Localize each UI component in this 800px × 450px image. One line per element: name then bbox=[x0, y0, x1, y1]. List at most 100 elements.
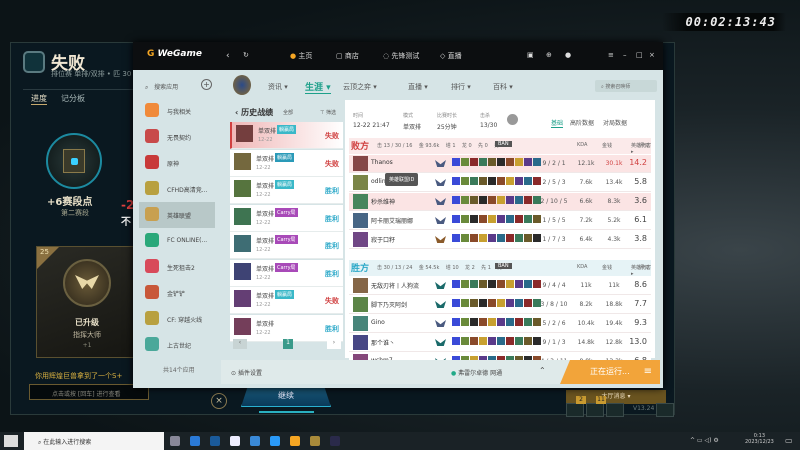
replay-play-icon[interactable] bbox=[507, 114, 518, 125]
sidebar-item[interactable]: 金铲铲 bbox=[139, 280, 215, 306]
refresh-icon[interactable]: ↻ bbox=[243, 51, 249, 59]
player-name[interactable]: 阿卡丽艾瑞丽娜 bbox=[371, 216, 413, 225]
subnav-tab[interactable]: 云顶之弈 ▾ bbox=[343, 82, 377, 92]
add-app-icon[interactable]: + bbox=[201, 79, 212, 90]
player-name[interactable]: 寂于口籽 bbox=[371, 235, 395, 244]
player-row[interactable]: 阿卡丽艾瑞丽娜 1 / 5 / 5 7.2k 5.2k 6.1 bbox=[349, 212, 651, 230]
continue-progress bbox=[259, 411, 314, 413]
sidebar-item[interactable]: FC ONLINE(... bbox=[139, 228, 215, 254]
page-number[interactable]: 1 bbox=[283, 339, 293, 349]
match-history-item[interactable]: 单双排 躺赢局 12-22 失败 bbox=[230, 287, 343, 314]
match-history-item[interactable]: 单双排 躺赢局 12-22 失败 bbox=[230, 149, 343, 177]
item-icon bbox=[470, 234, 478, 242]
detail-tab[interactable]: 对局数据 bbox=[603, 118, 627, 127]
nav-beta[interactable]: ◌ 先锋测试 bbox=[383, 51, 419, 61]
summoner-search-input[interactable]: ⌕ 搜索召唤师 bbox=[595, 80, 657, 92]
match-history-item[interactable]: 单双排 12-22 胜利 bbox=[230, 314, 343, 342]
player-row[interactable]: Thanos 9 / 2 / 1 12.1k 30.1k 14.2 bbox=[349, 155, 651, 173]
subnav-tab[interactable]: 百科 ▾ bbox=[493, 82, 513, 92]
taskbar-search[interactable]: ⌕ 在此输入进行搜索 bbox=[24, 432, 164, 450]
notes-icon[interactable] bbox=[586, 403, 604, 417]
nav-live[interactable]: ◇ 直播 bbox=[440, 51, 462, 61]
steam-icon[interactable] bbox=[210, 436, 220, 446]
menu-icon[interactable]: ≡ bbox=[608, 51, 614, 59]
match-history-item[interactable]: 单双排 Carry局 12-22 胜利 bbox=[230, 232, 343, 259]
match-history-item[interactable]: 单双排 Carry局 12-22 胜利 bbox=[230, 204, 343, 232]
prev-page-button[interactable]: ‹ bbox=[233, 339, 247, 349]
library-icon[interactable]: ▣ bbox=[527, 51, 534, 59]
chevron-up-icon[interactable]: ⌃ bbox=[539, 366, 546, 375]
start-icon[interactable] bbox=[4, 435, 18, 447]
subnav-tab[interactable]: 生涯 ▾ bbox=[305, 80, 331, 94]
sidebar-item[interactable]: 与我相关 bbox=[139, 98, 215, 124]
next-page-button[interactable]: › bbox=[327, 339, 341, 349]
detail-tab[interactable]: 高阶数据 bbox=[570, 118, 594, 127]
item-icon bbox=[506, 196, 514, 204]
subnav-tab[interactable]: 资讯 ▾ bbox=[268, 82, 288, 92]
clock[interactable]: 0:13 2023/12/23 bbox=[745, 433, 774, 445]
match-history-item[interactable]: 单双排 Carry局 12-22 胜利 bbox=[230, 259, 343, 287]
settings-gear-icon[interactable] bbox=[656, 403, 674, 417]
sidebar-item[interactable]: 原神 bbox=[139, 150, 215, 176]
player-row[interactable]: 无敌刃将丨人狗流 9 / 4 / 4 11k 11k 8.6 bbox=[349, 277, 651, 295]
menu-icon[interactable]: ≡ bbox=[644, 360, 652, 384]
item-icon bbox=[470, 177, 478, 185]
match-tag: Carry局 bbox=[275, 235, 298, 244]
app-icon[interactable] bbox=[250, 436, 260, 446]
plugin-settings[interactable]: ⊙ 插件设置 bbox=[231, 368, 262, 377]
player-name[interactable]: Gino bbox=[371, 319, 385, 326]
team-name: 败方 bbox=[351, 142, 370, 152]
sidebar-item[interactable]: 英雄联盟 bbox=[139, 202, 215, 228]
running-button[interactable]: 正在运行... ≡ bbox=[560, 360, 660, 384]
detail-tab[interactable]: 基础 bbox=[551, 118, 564, 128]
download-icon[interactable]: ⊕ bbox=[546, 51, 552, 59]
close-icon[interactable]: × bbox=[649, 51, 655, 59]
subnav-tab[interactable]: 直播 ▾ bbox=[408, 82, 428, 92]
search-apps[interactable]: ⌕ 搜索应用 bbox=[145, 82, 178, 92]
player-row[interactable]: 那个谁丶 9 / 1 / 3 14.8k 12.8k 13.0 bbox=[349, 334, 651, 352]
task-view-icon[interactable] bbox=[170, 436, 180, 446]
player-name[interactable]: 脚下乃灭阿剑 bbox=[371, 300, 407, 309]
lol-icon[interactable] bbox=[310, 436, 320, 446]
player-row[interactable]: Gino 5 / 2 / 6 10.4k 19.4k 9.3 bbox=[349, 315, 651, 333]
sidebar-item[interactable]: 上古世纪 bbox=[139, 332, 215, 358]
subnav-tab[interactable]: 排行 ▾ bbox=[451, 82, 471, 92]
player-name[interactable]: 秒杀维神 bbox=[371, 197, 395, 206]
minimize-icon[interactable]: – bbox=[623, 51, 627, 59]
back-icon[interactable]: ‹ bbox=[226, 51, 230, 61]
continue-button[interactable]: 继续 bbox=[241, 385, 331, 407]
avatar[interactable]: ● bbox=[565, 51, 571, 59]
player-name[interactable]: 无敌刃将丨人狗流 bbox=[371, 281, 419, 290]
mic-icon[interactable] bbox=[606, 403, 624, 417]
app-icon[interactable] bbox=[230, 436, 240, 446]
maximize-icon[interactable]: □ bbox=[636, 51, 643, 59]
sidebar-item[interactable]: CFHD高清竞... bbox=[139, 176, 215, 202]
nav-store[interactable]: ▢ 商店 bbox=[336, 51, 359, 61]
notification-icon[interactable]: ▭ bbox=[785, 436, 793, 445]
browser-icon[interactable] bbox=[270, 436, 280, 446]
chat-icon[interactable] bbox=[566, 403, 584, 417]
tab-progress[interactable]: 进度 bbox=[31, 93, 47, 105]
player-row[interactable]: 脚下乃灭阿剑 3 / 8 / 10 8.2k 18.8k 7.7 bbox=[349, 296, 651, 314]
ae-icon[interactable] bbox=[330, 436, 340, 446]
column-header: 评价 bbox=[639, 143, 650, 149]
wegame-icon[interactable] bbox=[290, 436, 300, 446]
player-name[interactable]: 那个谁丶 bbox=[371, 338, 395, 347]
server-selector[interactable]: ● 弗雷尔卓德 网通 bbox=[451, 368, 502, 377]
filter-button[interactable]: ⊤ 筛选 bbox=[320, 109, 336, 116]
tray-icons[interactable]: ^ ▭ ◁) ⚙ bbox=[690, 437, 719, 444]
sidebar-item[interactable]: 无畏契约 bbox=[139, 124, 215, 150]
player-name[interactable]: Thanos bbox=[371, 159, 393, 166]
player-row[interactable]: 寂于口籽 1 / 7 / 3 6.4k 4.3k 3.8 bbox=[349, 231, 651, 249]
chat-input[interactable]: 点击或按 [回车] 进行查看 bbox=[29, 384, 149, 400]
app-icon[interactable] bbox=[190, 436, 200, 446]
close-icon[interactable]: × bbox=[211, 393, 227, 409]
sidebar-item[interactable]: CF: 穿越火线 bbox=[139, 306, 215, 332]
match-history-item[interactable]: 单双排 躺赢局 12-22 失败 bbox=[230, 122, 343, 149]
filter-all[interactable]: 全部 bbox=[283, 109, 293, 116]
nav-home[interactable]: ● 主页 bbox=[290, 51, 312, 61]
sidebar-item[interactable]: 生死狙击2 bbox=[139, 254, 215, 280]
tab-scoreboard[interactable]: 记分板 bbox=[61, 93, 85, 104]
match-history-item[interactable]: 单双排 躺赢局 12-22 胜利 bbox=[230, 177, 343, 204]
player-row[interactable]: 秒杀维神 2 / 10 / 5 6.6k 8.3k 3.6 bbox=[349, 193, 651, 211]
